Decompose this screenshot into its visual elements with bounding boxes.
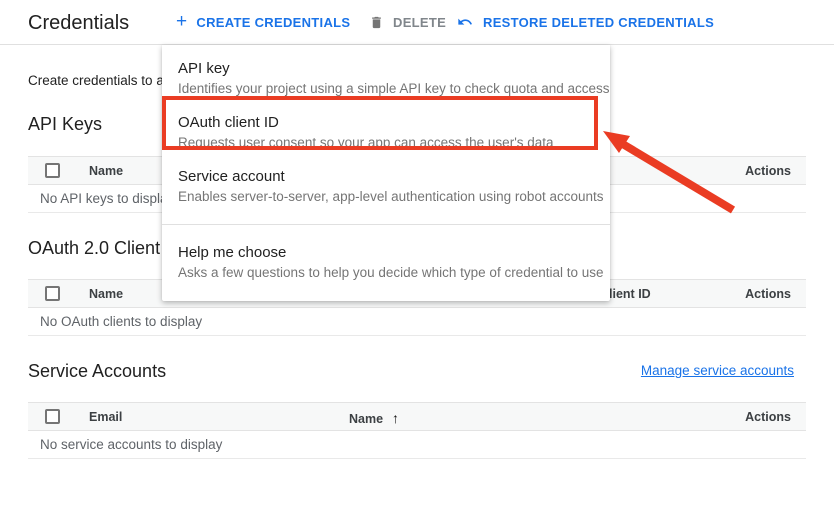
menu-item-oauth-client-id[interactable]: OAuth client ID Requests user consent so… [162,107,610,161]
restore-label: RESTORE DELETED CREDENTIALS [483,15,714,30]
column-actions: Actions [745,164,791,178]
column-name: Name [89,287,123,301]
column-email: Email [89,410,122,424]
delete-label: DELETE [393,15,446,30]
table-row: No service accounts to display [28,431,806,459]
service-accounts-heading: Service Accounts [28,361,166,382]
arrow-up-icon: ↑ [392,410,399,426]
create-credentials-button[interactable]: + CREATE CREDENTIALS [176,0,350,44]
create-credentials-label: CREATE CREDENTIALS [196,15,350,30]
plus-icon: + [176,12,187,31]
credentials-page: Credentials + CREATE CREDENTIALS DELETE … [0,0,834,505]
menu-item-description: Requests user consent so your app can ac… [178,134,594,152]
service-accounts-table-header: Email Name↑ Actions [28,402,806,431]
column-name-sort[interactable]: Name↑ [349,410,399,426]
menu-item-title: Help me choose [178,243,594,263]
menu-item-title: OAuth client ID [178,113,594,133]
page-title: Credentials [28,12,129,35]
manage-service-accounts-link[interactable]: Manage service accounts [641,363,794,378]
menu-item-description: Identifies your project using a simple A… [178,80,594,98]
empty-state-text: No OAuth clients to display [40,314,202,329]
menu-item-description: Asks a few questions to help you decide … [178,264,594,282]
undo-arrow-icon [456,14,474,30]
select-all-checkbox[interactable] [45,409,60,424]
service-accounts-table: Email Name↑ Actions No service accounts … [28,402,806,459]
table-row: No OAuth clients to display [28,308,806,336]
menu-item-title: API key [178,59,594,79]
menu-item-description: Enables server-to-server, app-level auth… [178,188,594,206]
menu-item-title: Service account [178,167,594,187]
empty-state-text: No API keys to display [40,191,174,206]
empty-state-text: No service accounts to display [40,437,222,452]
delete-button[interactable]: DELETE [369,0,446,44]
menu-divider [162,224,610,225]
menu-item-api-key[interactable]: API key Identifies your project using a … [162,53,610,107]
select-all-checkbox[interactable] [45,286,60,301]
toolbar: Credentials + CREATE CREDENTIALS DELETE … [0,0,834,45]
api-keys-heading: API Keys [28,114,102,135]
menu-item-service-account[interactable]: Service account Enables server-to-server… [162,161,610,215]
column-actions: Actions [745,287,791,301]
select-all-checkbox[interactable] [45,163,60,178]
restore-deleted-credentials-button[interactable]: RESTORE DELETED CREDENTIALS [456,0,714,44]
column-name: Name [89,164,123,178]
create-credentials-menu: API key Identifies your project using a … [162,45,610,301]
menu-item-help-me-choose[interactable]: Help me choose Asks a few questions to h… [162,237,610,291]
column-actions: Actions [745,410,791,424]
trash-icon [369,14,384,31]
